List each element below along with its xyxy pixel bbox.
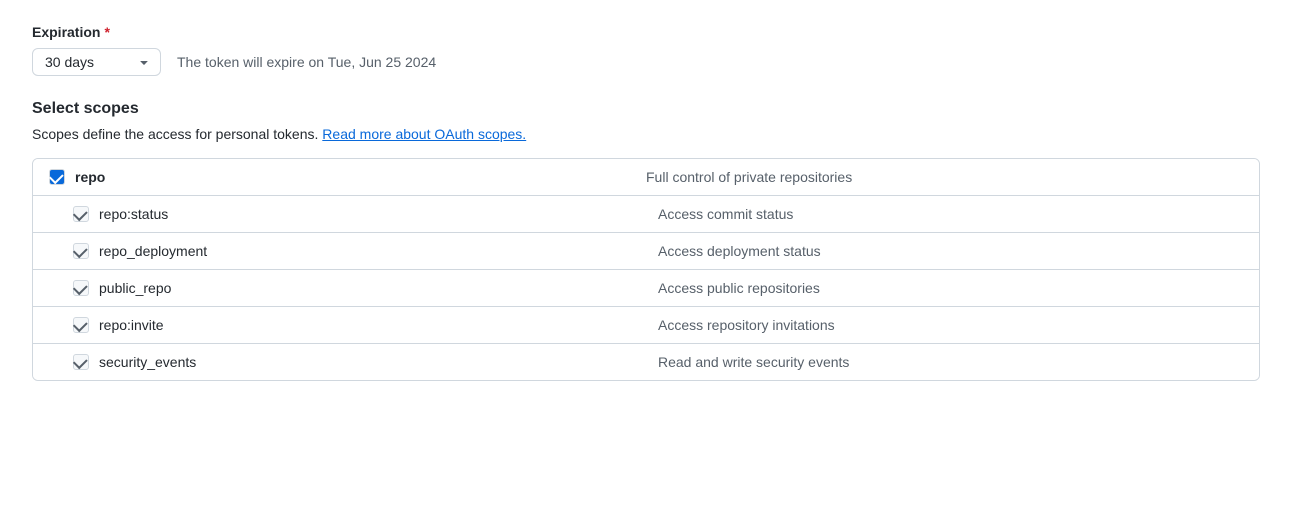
expiration-row: 30 days 7 days 60 days 90 days Custom No… [32,48,1260,76]
scope-description-repo-invite: Access repository invitations [658,317,1243,333]
scopes-table: repo Full control of private repositorie… [32,158,1260,381]
scope-row-repo: repo Full control of private repositorie… [33,159,1259,196]
scope-name-repo-deployment: repo_deployment [99,243,207,259]
scope-description-repo-status: Access commit status [658,206,1243,222]
expiration-label-text: Expiration [32,24,100,40]
scope-row-security-events: security_events Read and write security … [33,344,1259,380]
scope-name-repo-invite: repo:invite [99,317,164,333]
scope-row-repo-invite: repo:invite Access repository invitation… [33,307,1259,344]
scope-left-repo: repo [49,169,646,185]
scope-name-public-repo: public_repo [99,280,171,296]
checkbox-repo[interactable] [49,169,65,185]
checkbox-repo-deployment[interactable] [73,243,89,259]
scope-left-public-repo: public_repo [73,280,658,296]
scope-row-repo-status: repo:status Access commit status [33,196,1259,233]
scope-row-repo-deployment: repo_deployment Access deployment status [33,233,1259,270]
checkbox-public-repo[interactable] [73,280,89,296]
scope-left-repo-invite: repo:invite [73,317,658,333]
scope-left-security-events: security_events [73,354,658,370]
scope-description-security-events: Read and write security events [658,354,1243,370]
scope-left-repo-status: repo:status [73,206,658,222]
expiration-select[interactable]: 30 days 7 days 60 days 90 days Custom No… [32,48,161,76]
checkbox-repo-status[interactable] [73,206,89,222]
scopes-description-text: Scopes define the access for personal to… [32,126,318,142]
scope-row-public-repo: public_repo Access public repositories [33,270,1259,307]
oauth-scopes-link[interactable]: Read more about OAuth scopes. [322,126,526,142]
expiration-note: The token will expire on Tue, Jun 25 202… [177,54,436,70]
select-scopes-section: Select scopes Scopes define the access f… [32,100,1260,142]
scope-left-repo-deployment: repo_deployment [73,243,658,259]
select-scopes-title: Select scopes [32,100,1260,118]
scope-name-repo: repo [75,169,105,185]
scope-name-repo-status: repo:status [99,206,168,222]
expiration-section: Expiration * 30 days 7 days 60 days 90 d… [32,24,1260,76]
required-star: * [104,24,109,40]
expiration-label: Expiration * [32,24,1260,40]
scope-description-repo: Full control of private repositories [646,169,1243,185]
scopes-description: Scopes define the access for personal to… [32,126,1260,142]
scope-description-repo-deployment: Access deployment status [658,243,1243,259]
checkbox-security-events[interactable] [73,354,89,370]
scope-description-public-repo: Access public repositories [658,280,1243,296]
checkbox-repo-invite[interactable] [73,317,89,333]
scope-name-security-events: security_events [99,354,196,370]
